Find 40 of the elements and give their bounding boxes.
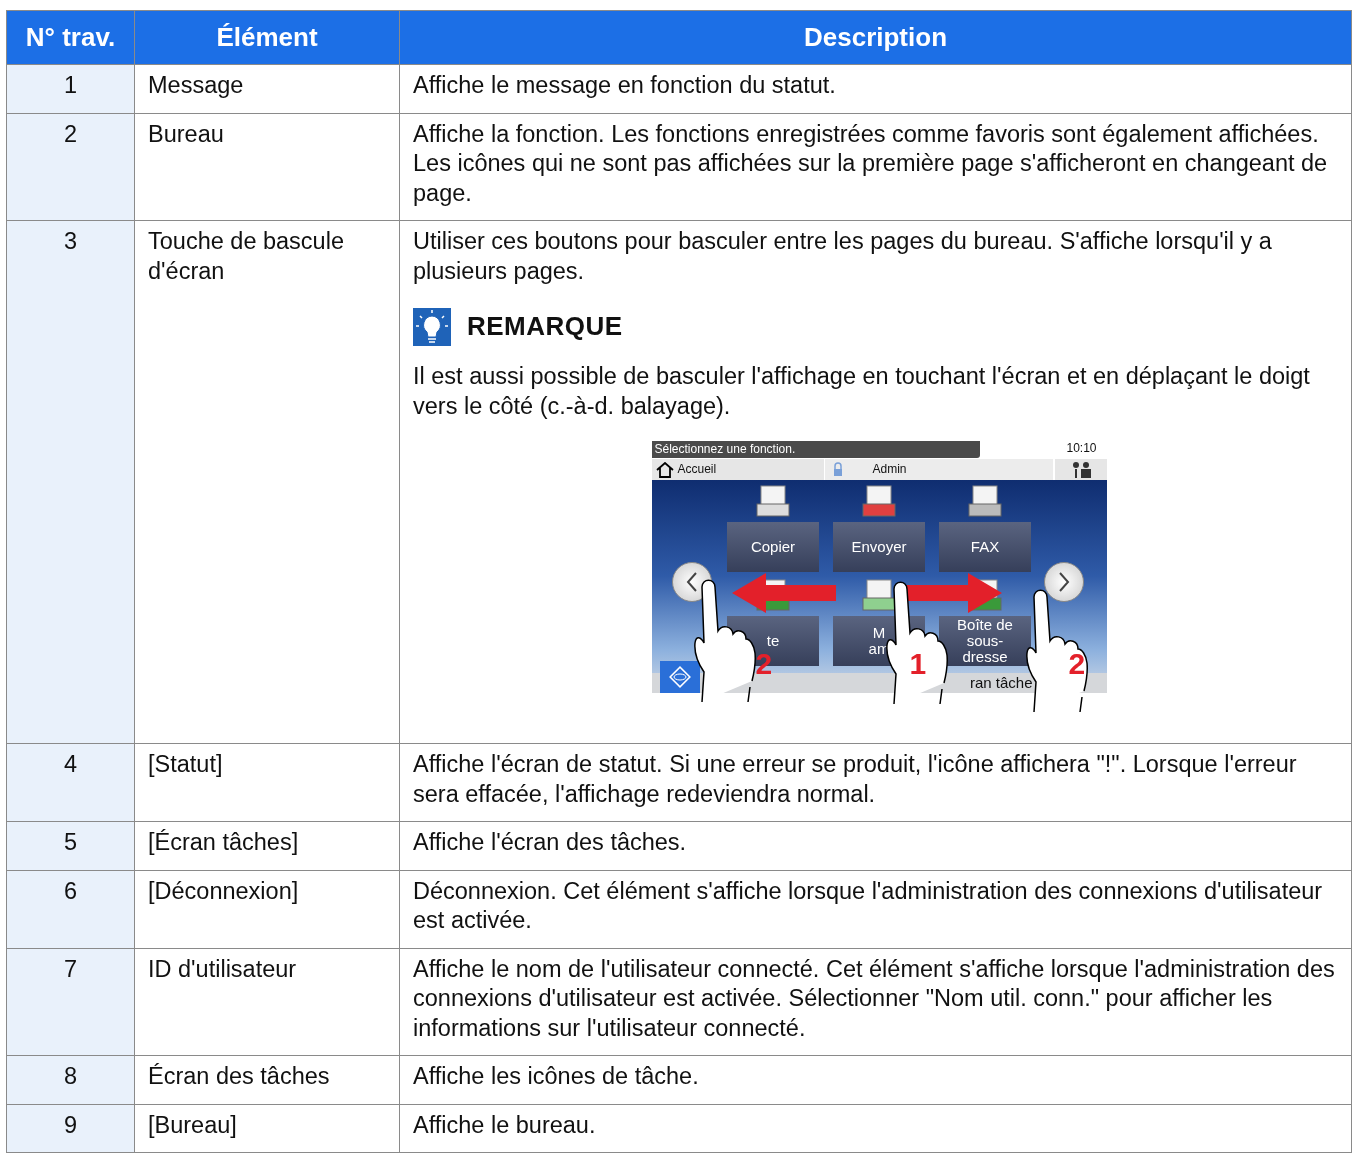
description-text: Affiche la fonction. Les fonctions enregistrées comme favoris sont également affichées. Les icônes qui ne sont pas affichées sur la première page s'afficheront en changeant de page. <box>413 119 1329 208</box>
element-name: [Statut] <box>134 743 400 822</box>
user-button[interactable]: Admin <box>823 459 1053 480</box>
row-number: 7 <box>6 948 135 1056</box>
element-name: Bureau <box>134 113 400 221</box>
function-tile[interactable]: FAX <box>939 522 1031 572</box>
column-header: Description <box>399 10 1352 65</box>
row-number: 3 <box>6 220 135 744</box>
description-text: Affiche les icônes de tâche. <box>413 1062 700 1091</box>
row-number: 4 <box>6 743 135 822</box>
function-tile[interactable]: Copier <box>727 522 819 572</box>
row-number: 9 <box>6 1104 135 1153</box>
row-number: 6 <box>6 870 135 948</box>
element-name: [Déconnexion] <box>134 870 400 948</box>
description-text: Affiche le bureau. <box>413 1110 597 1140</box>
home-button[interactable]: Accueil <box>651 459 824 480</box>
description-text: Déconnexion. Cet élément s'affiche lorsque l'administration des connexions d'utilisateur est activée. <box>413 876 1324 935</box>
element-name: [Écran tâches] <box>134 821 400 870</box>
note-text: Il est aussi possible de basculer l'affichage en touchant l'écran et en déplaçant le doigt vers le côté (c.-à-d. balayage). <box>413 362 1311 421</box>
description-text: Utiliser ces boutons pour basculer entre les pages du bureau. S'affiche lorsqu'il y a plusieurs pages. <box>413 227 1273 286</box>
column-header: Élément <box>134 10 400 65</box>
row-number: 2 <box>6 113 135 221</box>
element-name: Touche de bascule d'écran <box>134 220 400 744</box>
element-name: ID d'utilisateur <box>134 948 400 1056</box>
note-title: REMARQUE <box>467 312 623 342</box>
column-header: N° trav. <box>6 10 135 65</box>
description-text: Affiche l'écran des tâches. <box>413 828 688 857</box>
function-tile[interactable]: Boîte de sous- dresse <box>939 616 1031 666</box>
function-tile[interactable]: Envoyer <box>833 522 925 572</box>
clock-time: 10:10 <box>1066 440 1098 458</box>
description-text: Affiche l'écran de statut. Si une erreur se produit, l'icône affichera "!". Lorsque l'erreur sera effacée, l'affichage redeviendra normal. <box>413 750 1298 809</box>
element-name: Écran des tâches <box>134 1055 400 1104</box>
description-text: Affiche le nom de l'utilisateur connecté. Cet élément s'affiche lorsque l'administration des connexions d'utilisateur est activée. Sélectionner "Nom util. conn." pour afficher les informations sur l'utilisateur connecté. <box>413 954 1336 1043</box>
description-text: Affiche le message en fonction du statut. <box>413 71 837 100</box>
row-number: 5 <box>6 821 135 870</box>
row-number: 1 <box>6 64 135 113</box>
element-name: Message <box>134 64 400 113</box>
element-name: [Bureau] <box>134 1104 400 1153</box>
status-message: Sélectionnez une fonction. <box>651 440 980 458</box>
row-number: 8 <box>6 1055 135 1104</box>
